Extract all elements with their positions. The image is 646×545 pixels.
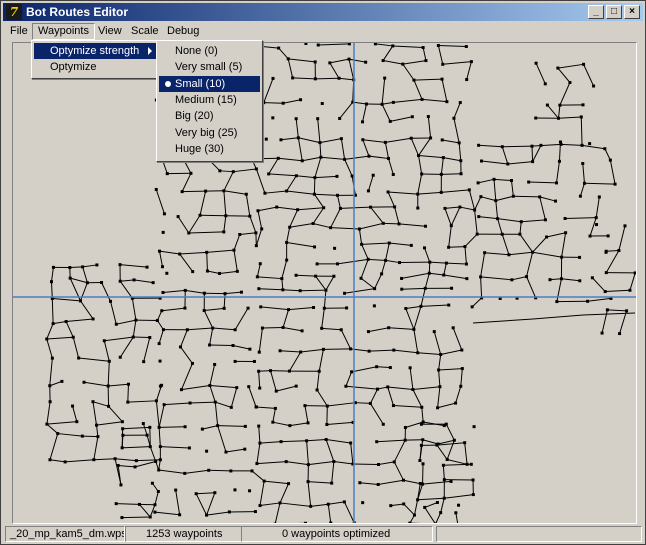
radio-selected-icon (165, 81, 171, 87)
status-bar: _20_mp_kam5_dm.wps 1253 waypoints 0 wayp… (3, 526, 643, 542)
strength-submenu: None (0) Very small (5) Small (10) Mediu… (156, 40, 263, 162)
menu-file[interactable]: File (5, 24, 33, 39)
strength-very-small[interactable]: Very small (5) (159, 59, 260, 75)
optymize-label: Optymize (50, 61, 97, 73)
status-file: _20_mp_kam5_dm.wps (5, 526, 125, 542)
strength-small[interactable]: Small (10) (159, 76, 260, 92)
main-window: 7 Bot Routes Editor _ □ × File Waypoints… (0, 0, 646, 545)
strength-label: Very big (25) (175, 127, 238, 139)
window-title: Bot Routes Editor (26, 5, 128, 19)
status-empty (436, 526, 642, 542)
waypoints-menu: Optymize strength Optymize (31, 40, 161, 79)
status-optimized: 0 waypoints optimized (241, 526, 433, 542)
strength-medium[interactable]: Medium (15) (159, 92, 260, 108)
title-bar[interactable]: 7 Bot Routes Editor _ □ × (3, 3, 643, 21)
strength-none[interactable]: None (0) (159, 43, 260, 59)
menu-waypoints[interactable]: Waypoints (32, 23, 95, 40)
status-waypoint-count: 1253 waypoints (125, 526, 242, 542)
waypoint-graph[interactable] (13, 43, 636, 523)
strength-label: Medium (15) (175, 94, 237, 106)
submenu-arrow-icon (148, 47, 152, 55)
strength-very-big[interactable]: Very big (25) (159, 125, 260, 141)
strength-label: Big (20) (175, 110, 214, 122)
maximize-button[interactable]: □ (606, 5, 622, 19)
strength-label: Huge (30) (175, 143, 224, 155)
menu-bar: File Waypoints View Scale Debug (3, 22, 643, 41)
strength-huge[interactable]: Huge (30) (159, 141, 260, 157)
menu-scale[interactable]: Scale (126, 24, 164, 39)
menu-optymize-strength[interactable]: Optymize strength (34, 43, 158, 59)
minimize-button[interactable]: _ (588, 5, 604, 19)
menu-debug[interactable]: Debug (162, 24, 204, 39)
close-button[interactable]: × (624, 5, 640, 19)
strength-big[interactable]: Big (20) (159, 108, 260, 124)
map-canvas[interactable] (12, 42, 637, 524)
strength-label: Very small (5) (175, 61, 243, 73)
strength-label: None (0) (175, 45, 218, 57)
strength-label: Small (10) (175, 78, 226, 90)
optymize-strength-label: Optymize strength (50, 45, 140, 57)
menu-view[interactable]: View (93, 24, 127, 39)
menu-optymize[interactable]: Optymize (34, 59, 158, 75)
app-icon: 7 (6, 4, 22, 20)
